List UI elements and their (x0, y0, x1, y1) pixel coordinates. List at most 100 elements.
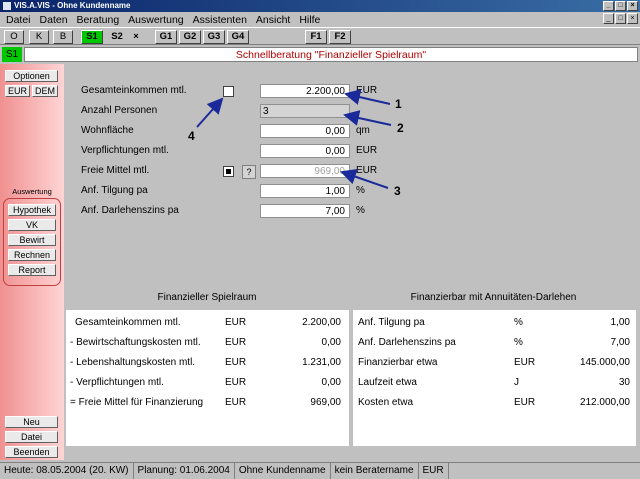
free-funds-unit: EUR (356, 165, 378, 176)
sidebar-item-report[interactable]: Report (8, 264, 56, 276)
table-row: Finanzierbar etwa EUR 145.000,00 (353, 357, 636, 371)
minimize-button[interactable]: _ (603, 1, 614, 11)
app-icon (3, 2, 11, 10)
toolbar-s1-button[interactable]: S1 (81, 30, 103, 44)
row-unit: % (514, 337, 523, 348)
toolbar-f1-button[interactable]: F1 (305, 30, 327, 44)
free-funds-checkbox[interactable] (223, 166, 234, 177)
row-unit: EUR (225, 357, 247, 368)
toolbar-o-button[interactable]: O (4, 30, 24, 44)
auswertung-section-label: Auswertung (12, 187, 52, 196)
callout-arrow-4 (196, 97, 224, 128)
close-button[interactable]: × (627, 1, 638, 11)
income-checkbox[interactable] (223, 86, 234, 97)
income-label: Gesamteinkommen mtl. (81, 85, 187, 96)
repayment-label: Anf. Tilgung pa (81, 185, 148, 196)
menu-datei[interactable]: Datei (6, 14, 31, 26)
toolbar-k-button[interactable]: K (29, 30, 49, 44)
header-bar: S1 Schnellberatung "Finanzieller Spielra… (0, 46, 640, 64)
sidebar-item-rechnen[interactable]: Rechnen (8, 249, 56, 261)
income-input[interactable]: 2.200,00 (260, 84, 350, 98)
row-unit: EUR (225, 317, 247, 328)
window-title: VIS.A.VIS - Ohne Kundenname (14, 1, 131, 10)
menu-beratung[interactable]: Beratung (77, 14, 120, 26)
menu-daten[interactable]: Daten (40, 14, 68, 26)
sidebar-item-vk[interactable]: VK (8, 219, 56, 231)
toolbar-g4-button[interactable]: G4 (227, 30, 249, 44)
row-unit: EUR (514, 397, 536, 408)
row-label: Anf. Darlehenszins pa (358, 337, 456, 348)
file-button[interactable]: Datei (5, 431, 58, 443)
living-area-unit: qm (356, 125, 370, 136)
doc-restore-button[interactable]: □ (615, 13, 626, 24)
income-unit: EUR (356, 85, 378, 96)
row-label: Gesamteinkommen mtl. (75, 317, 181, 328)
free-funds-help-button[interactable]: ? (242, 165, 256, 179)
row-unit: EUR (225, 377, 247, 388)
obligations-label: Verpflichtungen mtl. (81, 145, 169, 156)
row-unit: EUR (225, 337, 247, 348)
callout-arrow-2 (343, 110, 392, 126)
free-funds-input[interactable]: 969,00 (260, 164, 350, 178)
row-value: 212.000,00 (579, 397, 630, 408)
toolbar-close-button[interactable]: × (130, 30, 142, 44)
row-unit: J (514, 377, 519, 388)
exit-button[interactable]: Beenden (5, 446, 58, 458)
left-panel-title: Finanzieller Spielraum (157, 292, 257, 303)
row-value: 30 (618, 377, 630, 388)
row-label: Anf. Tilgung pa (358, 317, 425, 328)
repayment-input[interactable]: 1,00 (260, 184, 350, 198)
options-button[interactable]: Optionen (5, 70, 58, 82)
toolbar-g3-button[interactable]: G3 (203, 30, 225, 44)
living-area-input[interactable]: 0,00 (260, 124, 350, 138)
menu-auswertung[interactable]: Auswertung (128, 14, 183, 26)
toolbar: O K B S1 S2 × G1 G2 G3 G4 F1 F2 (0, 27, 640, 45)
sidebar-item-hypothek[interactable]: Hypothek (8, 204, 56, 216)
status-currency: EUR (423, 463, 449, 479)
maximize-button[interactable]: □ (615, 1, 626, 11)
table-row: - Lebenshaltungskosten mtl. EUR 1.231,00 (66, 357, 349, 371)
new-button[interactable]: Neu (5, 416, 58, 428)
table-row: Anf. Darlehenszins pa % 7,00 (353, 337, 636, 351)
sidebar: Optionen EUR DEM Auswertung Hypothek VK … (0, 64, 64, 460)
left-panel: Gesamteinkommen mtl. EUR 2.200,00 - Bewi… (66, 310, 349, 446)
doc-close-button[interactable]: × (627, 13, 638, 24)
toolbar-f2-button[interactable]: F2 (329, 30, 351, 44)
menu-assistenten[interactable]: Assistenten (193, 14, 247, 26)
sidebar-item-bewirt[interactable]: Bewirt (8, 234, 56, 246)
menu-ansicht[interactable]: Ansicht (256, 14, 290, 26)
row-label: - Bewirtschaftungskosten mtl. (70, 337, 201, 348)
persons-label: Anzahl Personen (81, 105, 158, 116)
status-bar: Heute: 08.05.2004 (20. KW) Planung: 01.0… (0, 462, 640, 479)
page-title: Schnellberatung "Finanzieller Spielraum" (24, 47, 638, 62)
currency-dem-button[interactable]: DEM (32, 85, 58, 97)
interest-input[interactable]: 7,00 (260, 204, 350, 218)
table-row: = Freie Mittel für Finanzierung EUR 969,… (66, 397, 349, 411)
row-label: Laufzeit etwa (358, 377, 417, 388)
status-customer: Ohne Kundenname (239, 463, 331, 479)
row-value: 0,00 (321, 337, 341, 348)
obligations-input[interactable]: 0,00 (260, 144, 350, 158)
toolbar-g2-button[interactable]: G2 (179, 30, 201, 44)
main-area: Gesamteinkommen mtl. 2.200,00 EUR Anzahl… (64, 64, 640, 460)
doc-minimize-button[interactable]: _ (603, 13, 614, 24)
right-panel: Anf. Tilgung pa % 1,00 Anf. Darlehenszin… (353, 310, 636, 446)
module-badge: S1 (2, 47, 22, 62)
living-area-label: Wohnfläche (81, 125, 134, 136)
toolbar-g1-button[interactable]: G1 (155, 30, 177, 44)
toolbar-s2-button[interactable]: S2 (106, 30, 128, 44)
table-row: - Bewirtschaftungskosten mtl. EUR 0,00 (66, 337, 349, 351)
status-advisor: kein Beratername (335, 463, 419, 479)
currency-eur-button[interactable]: EUR (5, 85, 30, 97)
table-row: Laufzeit etwa J 30 (353, 377, 636, 391)
row-value: 1,00 (610, 317, 630, 328)
row-label: Finanzierbar etwa (358, 357, 438, 368)
callout-label-4: 4 (188, 129, 195, 143)
row-label: - Lebenshaltungskosten mtl. (70, 357, 196, 368)
toolbar-b-button[interactable]: B (53, 30, 73, 44)
interest-label: Anf. Darlehenszins pa (81, 205, 179, 216)
persons-input[interactable]: 3 (260, 104, 350, 118)
menu-hilfe[interactable]: Hilfe (299, 14, 320, 26)
row-value: 0,00 (321, 377, 341, 388)
free-funds-label: Freie Mittel mtl. (81, 165, 150, 176)
